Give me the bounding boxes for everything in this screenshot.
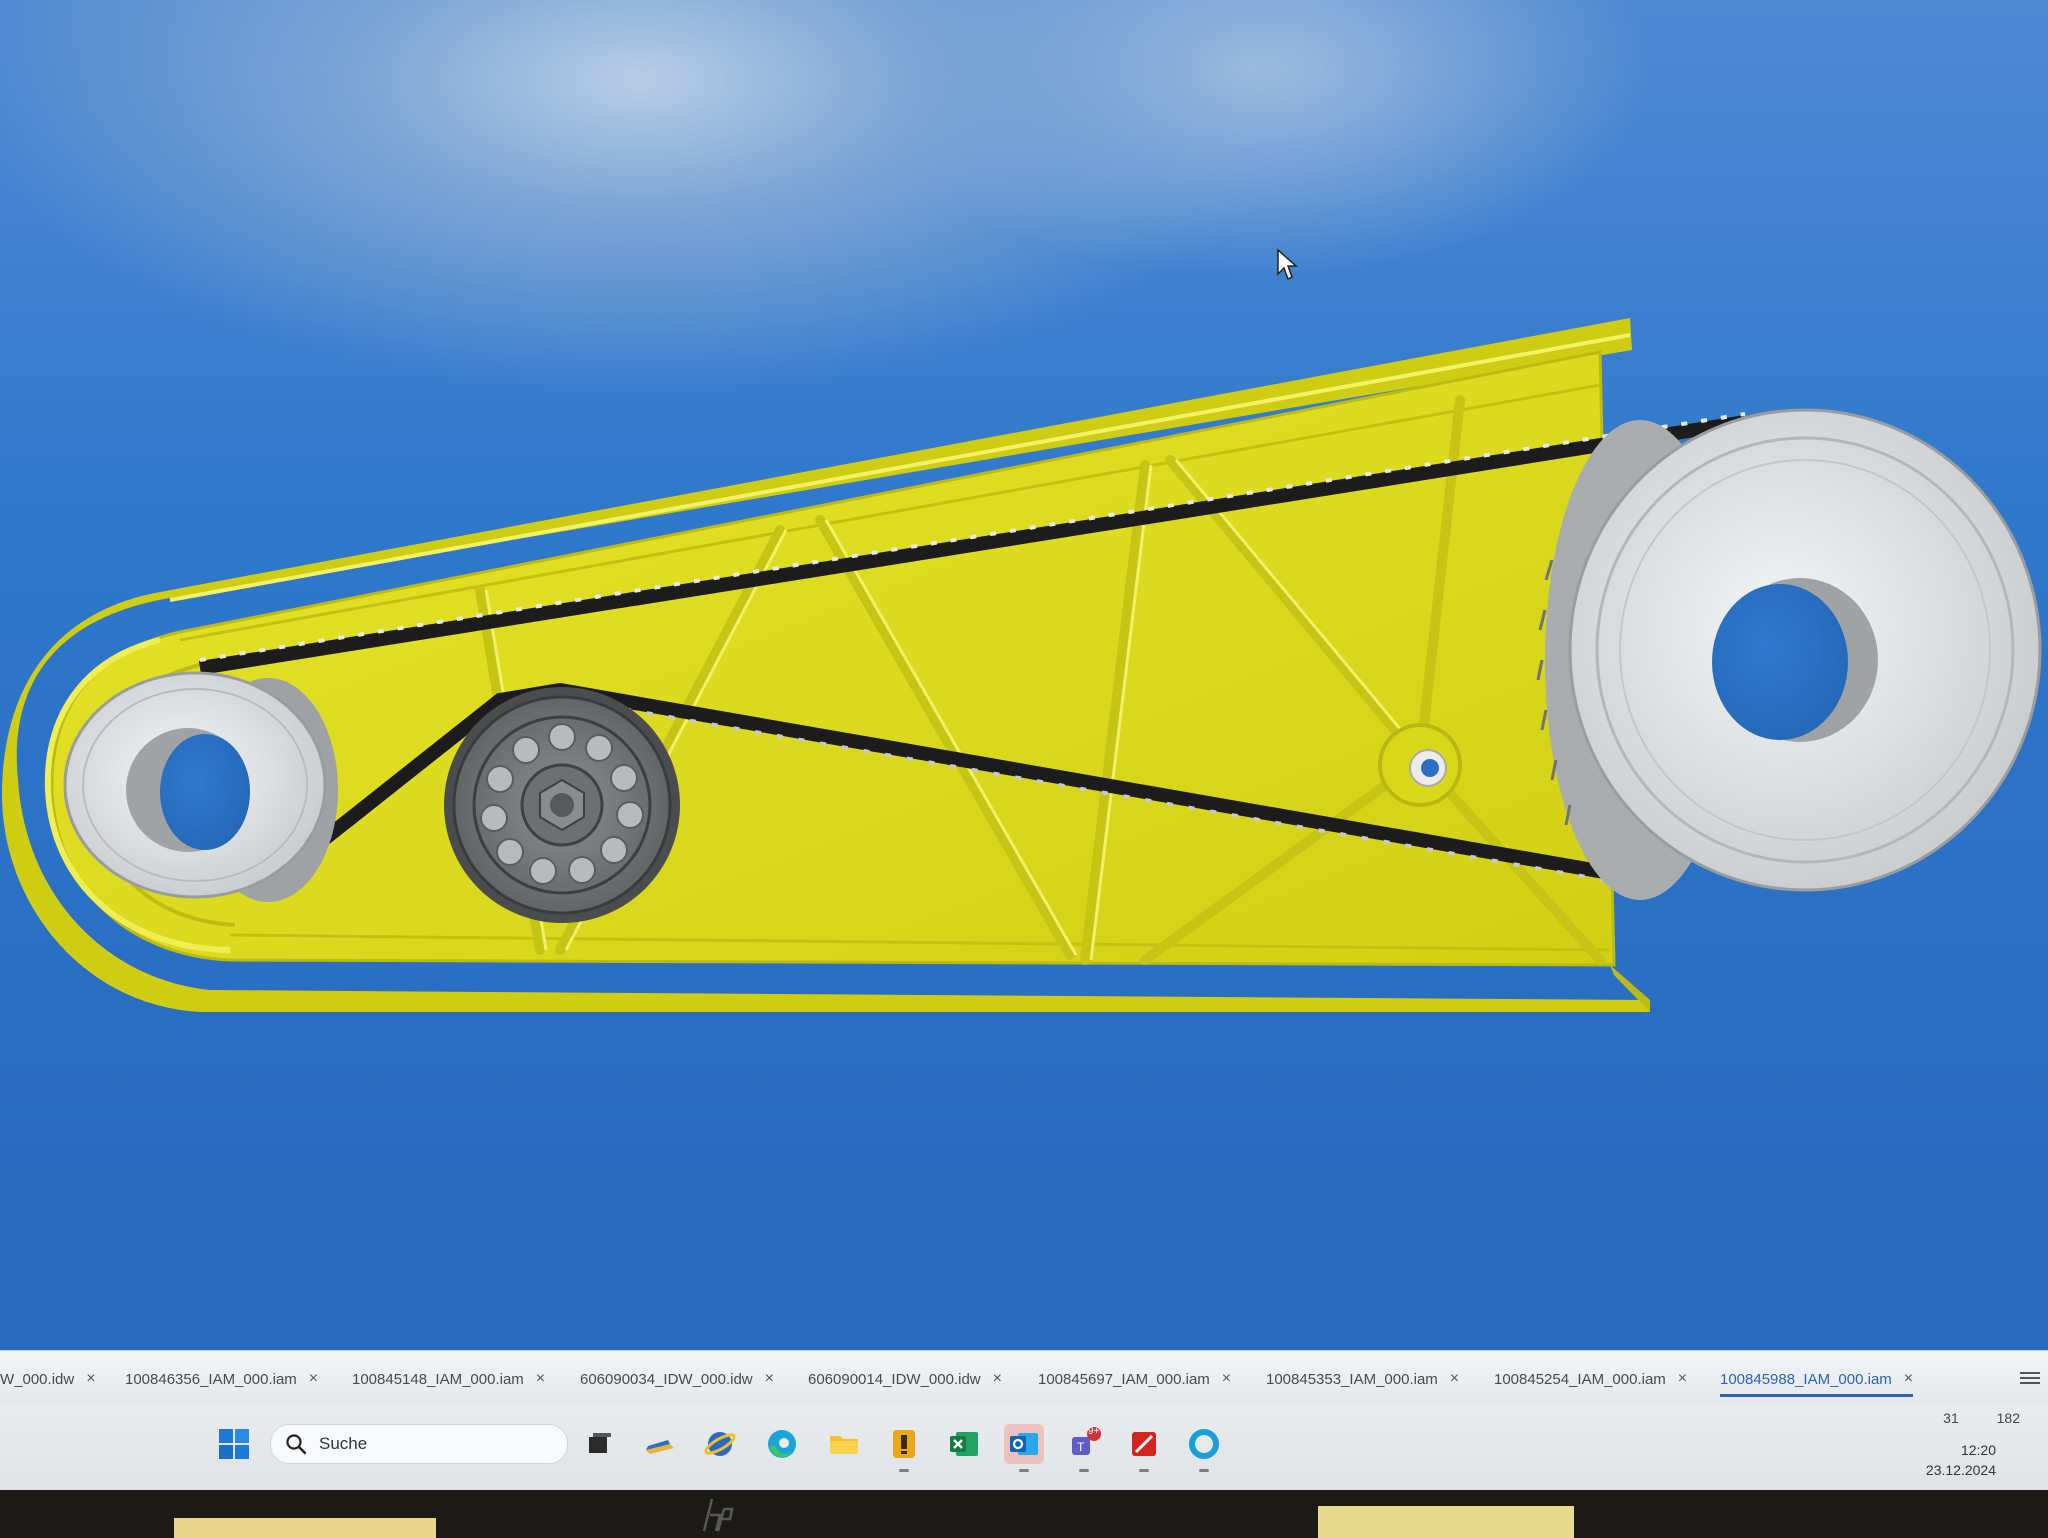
tab-label: 100845988_IAM_000.iam bbox=[1720, 1370, 1892, 1388]
tab-list-menu-icon[interactable] bbox=[2020, 1369, 2040, 1385]
close-icon[interactable]: × bbox=[1222, 1370, 1231, 1388]
document-tab-bar: W_000.idw × 100846356_IAM_000.iam × 1008… bbox=[0, 1350, 2048, 1405]
circle-app-icon[interactable] bbox=[1184, 1424, 1224, 1472]
close-icon[interactable]: × bbox=[1904, 1370, 1913, 1388]
status-value-b: 182 bbox=[1996, 1410, 2020, 1426]
edge-icon[interactable] bbox=[762, 1424, 802, 1464]
browser-icon[interactable] bbox=[700, 1424, 740, 1464]
cad-3d-viewport[interactable] bbox=[0, 0, 2048, 1350]
idler-bearing bbox=[444, 687, 680, 923]
close-icon[interactable]: × bbox=[1450, 1370, 1459, 1388]
close-icon[interactable]: × bbox=[1678, 1370, 1687, 1388]
document-tab[interactable]: 100845353_IAM_000.iam × bbox=[1266, 1367, 1459, 1391]
outlook-icon[interactable] bbox=[1004, 1424, 1044, 1472]
tab-label: W_000.idw bbox=[0, 1370, 75, 1388]
system-clock[interactable]: 12:20 23.12.2024 bbox=[1926, 1440, 1996, 1480]
tab-label: 606090014_IDW_000.idw bbox=[808, 1370, 981, 1388]
small-pulley bbox=[63, 671, 338, 902]
document-tab[interactable]: 606090014_IDW_000.idw × bbox=[808, 1367, 1002, 1391]
large-pulley bbox=[1536, 408, 2042, 900]
folder-icon[interactable] bbox=[824, 1424, 864, 1464]
svg-text:T: T bbox=[1077, 1440, 1085, 1454]
mounting-boss bbox=[1378, 723, 1462, 807]
sticky-note bbox=[1318, 1506, 1574, 1538]
tab-label: 606090034_IDW_000.idw bbox=[580, 1370, 753, 1388]
close-icon[interactable]: × bbox=[765, 1370, 774, 1388]
status-value-a: 31 bbox=[1943, 1410, 1959, 1426]
close-icon[interactable]: × bbox=[86, 1370, 95, 1388]
mouse-pointer-icon bbox=[1277, 248, 1298, 281]
excel-icon[interactable] bbox=[944, 1424, 984, 1464]
sticky-note bbox=[174, 1518, 436, 1538]
windows-taskbar: Suche T 9+ 12:20 23.12.2024 bbox=[0, 1404, 2048, 1490]
tab-label: 100845697_IAM_000.iam bbox=[1038, 1370, 1210, 1388]
search-label: Suche bbox=[319, 1434, 368, 1453]
tab-label: 100845254_IAM_000.iam bbox=[1494, 1370, 1666, 1388]
tab-label: 100846356_IAM_000.iam bbox=[125, 1370, 297, 1388]
file-manager-icon[interactable] bbox=[640, 1424, 680, 1464]
hp-logo bbox=[702, 1498, 734, 1532]
windows-start-icon[interactable] bbox=[218, 1428, 250, 1460]
document-tab-active[interactable]: 100845988_IAM_000.iam × bbox=[1720, 1367, 1914, 1397]
task-view-icon[interactable] bbox=[578, 1424, 618, 1464]
search-icon bbox=[286, 1434, 307, 1455]
screen: W_000.idw × 100846356_IAM_000.iam × 1008… bbox=[0, 0, 2048, 1490]
document-tab[interactable]: 100845697_IAM_000.iam × bbox=[1038, 1367, 1231, 1391]
tab-label: 100845353_IAM_000.iam bbox=[1266, 1370, 1438, 1388]
teams-icon[interactable]: T 9+ bbox=[1064, 1424, 1104, 1472]
document-tab[interactable]: W_000.idw × bbox=[0, 1367, 96, 1391]
close-icon[interactable]: × bbox=[536, 1370, 545, 1388]
status-readout: 31 182 bbox=[1909, 1410, 2020, 1426]
document-tab[interactable]: 100845148_IAM_000.iam × bbox=[352, 1367, 545, 1391]
document-tab[interactable]: 100845254_IAM_000.iam × bbox=[1494, 1367, 1687, 1391]
close-icon[interactable]: × bbox=[309, 1370, 318, 1388]
pdf-icon[interactable] bbox=[1124, 1424, 1164, 1472]
document-tab[interactable]: 606090034_IDW_000.idw × bbox=[580, 1367, 774, 1391]
tab-label: 100845148_IAM_000.iam bbox=[352, 1370, 524, 1388]
taskbar-search-box[interactable]: Suche bbox=[270, 1424, 568, 1464]
clock-time: 12:20 bbox=[1960, 1442, 1996, 1458]
close-icon[interactable]: × bbox=[993, 1370, 1002, 1388]
inventor-icon[interactable] bbox=[884, 1424, 924, 1472]
clock-date: 23.12.2024 bbox=[1925, 1462, 1996, 1478]
document-tab[interactable]: 100846356_IAM_000.iam × bbox=[125, 1367, 318, 1391]
teams-badge: 9+ bbox=[1088, 1426, 1100, 1437]
